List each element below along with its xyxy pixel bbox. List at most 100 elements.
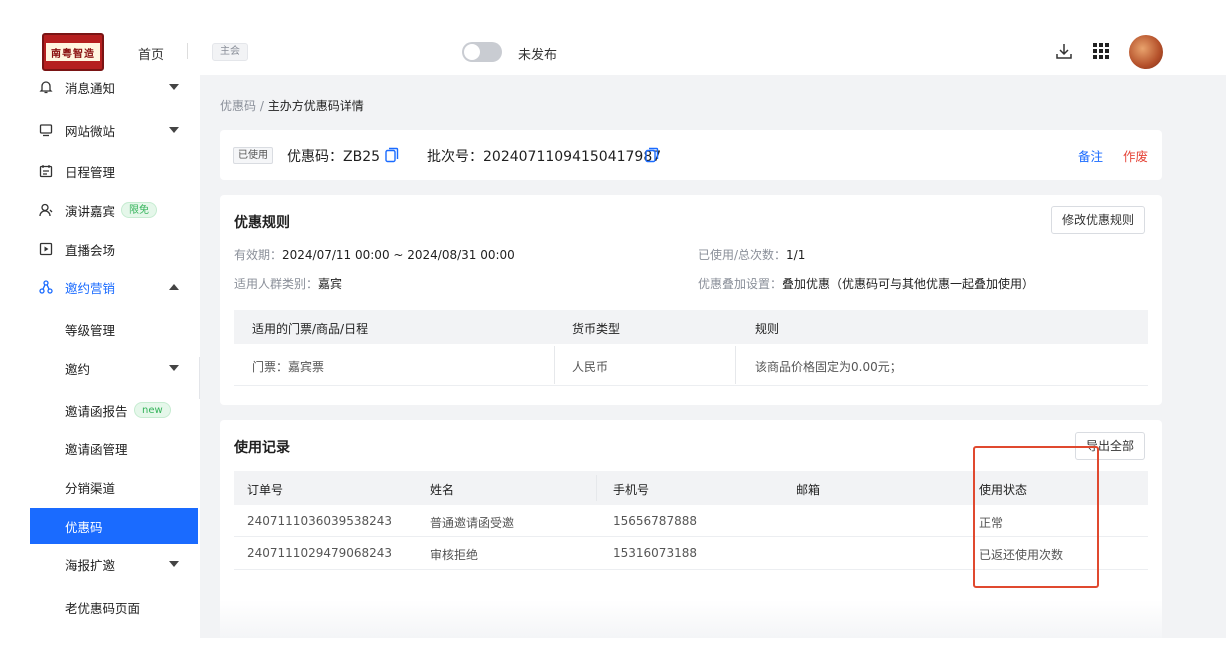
sidebar-item-label: 优惠码 [65, 519, 103, 535]
sidebar-item-label: 邀约营销 [65, 280, 116, 296]
coupon-code-card: 已使用 优惠码：ZB25 批次号：20240711094150417987 备注… [220, 130, 1162, 180]
caret-down-icon [168, 362, 180, 374]
field-value: 2024/07/11 00:00 ~ 2024/08/31 00:00 [282, 248, 515, 262]
user-icon [38, 202, 54, 218]
void-link[interactable]: 作废 [1123, 146, 1148, 165]
coupon-code: 优惠码：ZB25 [287, 146, 380, 166]
edit-rules-button[interactable]: 修改优惠规则 [1051, 206, 1146, 234]
monitor-icon [38, 122, 54, 138]
sidebar-item-poster[interactable]: 海报扩邀 [0, 546, 198, 582]
copy-icon[interactable] [645, 147, 659, 163]
table-cell: 审核拒绝 [430, 548, 479, 562]
caret-down-icon [168, 124, 180, 136]
caret-down-icon [168, 81, 180, 93]
table-cell: 2407111029479068243 [247, 546, 393, 560]
table-cell: 15656787888 [613, 514, 697, 528]
publish-status-label: 未发布 [518, 48, 558, 63]
sidebar-item-invite[interactable]: 邀约 [0, 350, 198, 386]
sidebar-item-website[interactable]: 网站微站 [0, 112, 198, 148]
publish-toggle[interactable] [462, 42, 502, 62]
batch-label: 批次号： [427, 149, 483, 165]
divider [187, 43, 188, 59]
column-divider [596, 475, 597, 501]
field-value: 叠加优惠（优惠码可与其他优惠一起叠加使用） [782, 277, 1035, 291]
new-badge: new [134, 402, 171, 418]
sidebar-item-label: 等级管理 [65, 322, 116, 338]
home-link[interactable]: 首页 [138, 44, 164, 63]
table-row: 门票：嘉宾票 人民币 该商品价格固定为0.00元； [234, 344, 1148, 386]
sidebar-item-coupon-code[interactable]: 优惠码 [30, 508, 198, 544]
sidebar-item-label: 网站微站 [65, 123, 116, 139]
status-badge: 已使用 [233, 147, 273, 164]
bottom-fade [220, 600, 1162, 638]
note-link[interactable]: 备注 [1078, 146, 1103, 165]
column-divider [554, 346, 555, 384]
table-cell: 普通邀请函受邀 [430, 516, 515, 530]
coupon-code-label: 优惠码： [287, 149, 343, 165]
sidebar-item-label: 老优惠码页面 [65, 600, 141, 616]
column-header: 手机号 [613, 483, 650, 497]
table-cell: 15316073188 [613, 546, 697, 560]
stacking-field: 优惠叠加设置：叠加优惠（优惠码可与其他优惠一起叠加使用） [698, 275, 1034, 292]
column-divider [735, 346, 736, 384]
table-cell: 2407111036039538243 [247, 514, 393, 528]
caret-up-icon [168, 281, 180, 293]
status-column-highlight [973, 446, 1099, 588]
sidebar-item-label: 直播会场 [65, 242, 116, 258]
breadcrumb-parent[interactable]: 优惠码 [220, 99, 256, 113]
batch-value: 20240711094150417987 [483, 149, 662, 165]
sidebar-item-label: 邀请函管理 [65, 441, 128, 457]
live-icon [38, 241, 54, 257]
copy-icon[interactable] [385, 147, 399, 163]
share-icon [38, 279, 54, 295]
sidebar-item-label: 消息通知 [65, 80, 116, 96]
column-header: 姓名 [430, 483, 455, 497]
column-header: 货币类型 [572, 322, 621, 336]
rules-title: 优惠规则 [234, 215, 290, 231]
usage-count-field: 已使用/总次数：1/1 [698, 246, 805, 263]
sidebar-item-label: 分销渠道 [65, 480, 116, 496]
column-header: 订单号 [247, 483, 284, 497]
column-header: 邮箱 [796, 483, 821, 497]
sidebar-item-speakers[interactable]: 演讲嘉宾 限免 [0, 192, 198, 228]
logo-text: 南粤智造 [46, 43, 100, 61]
breadcrumb-separator: / [256, 99, 268, 113]
sidebar-item-label: 演讲嘉宾 [65, 203, 116, 219]
table-cell: 人民币 [572, 360, 609, 374]
field-label: 适用人群类别： [234, 277, 319, 291]
sidebar-item-channels[interactable]: 分销渠道 [0, 469, 198, 505]
caret-down-icon [168, 558, 180, 570]
column-header: 适用的门票/商品/日程 [252, 322, 369, 336]
coupon-code-value: ZB25 [343, 149, 381, 165]
brand-logo[interactable]: 南粤智造 [42, 33, 104, 71]
field-value: 1/1 [786, 248, 806, 262]
table-cell: 该商品价格固定为0.00元； [755, 360, 902, 374]
field-label: 有效期： [234, 248, 283, 262]
coupon-rules-card: 优惠规则 修改优惠规则 有效期：2024/07/11 00:00 ~ 2024/… [220, 195, 1162, 405]
toggle-knob [464, 44, 480, 60]
audience-field: 适用人群类别：嘉宾 [234, 275, 342, 292]
main-event-tag[interactable]: 主会 [212, 43, 248, 61]
apps-grid-icon[interactable] [1090, 40, 1112, 62]
batch-number: 批次号：20240711094150417987 [427, 146, 661, 166]
sidebar-item-schedule[interactable]: 日程管理 [0, 153, 198, 189]
field-label: 已使用/总次数： [698, 248, 787, 262]
table-cell: 门票：嘉宾票 [252, 360, 325, 374]
sidebar-item-invite-report[interactable]: 邀请函报告 new [0, 392, 198, 428]
breadcrumb: 优惠码 / 主办方优惠码详情 [220, 97, 364, 114]
calendar-icon [38, 163, 54, 179]
free-badge: 限免 [121, 202, 157, 218]
rules-table: 适用的门票/商品/日程 货币类型 规则 门票：嘉宾票 人民币 该商品价格固定为0… [234, 310, 1148, 390]
sidebar-item-label: 海报扩邀 [65, 557, 116, 573]
download-icon[interactable] [1053, 40, 1075, 62]
sidebar-item-live[interactable]: 直播会场 [0, 231, 198, 267]
sidebar-item-label: 邀约 [65, 361, 91, 377]
sidebar-item-marketing[interactable]: 邀约营销 [0, 269, 198, 305]
sidebar-item-invite-management[interactable]: 邀请函管理 [0, 430, 198, 466]
sidebar-item-notifications[interactable]: 消息通知 [0, 69, 198, 105]
user-avatar[interactable] [1129, 35, 1163, 69]
bell-icon [38, 79, 54, 95]
sidebar-item-old-coupon[interactable]: 老优惠码页面 [0, 589, 198, 625]
sidebar-item-levels[interactable]: 等级管理 [0, 311, 198, 347]
validity-field: 有效期：2024/07/11 00:00 ~ 2024/08/31 00:00 [234, 246, 515, 263]
